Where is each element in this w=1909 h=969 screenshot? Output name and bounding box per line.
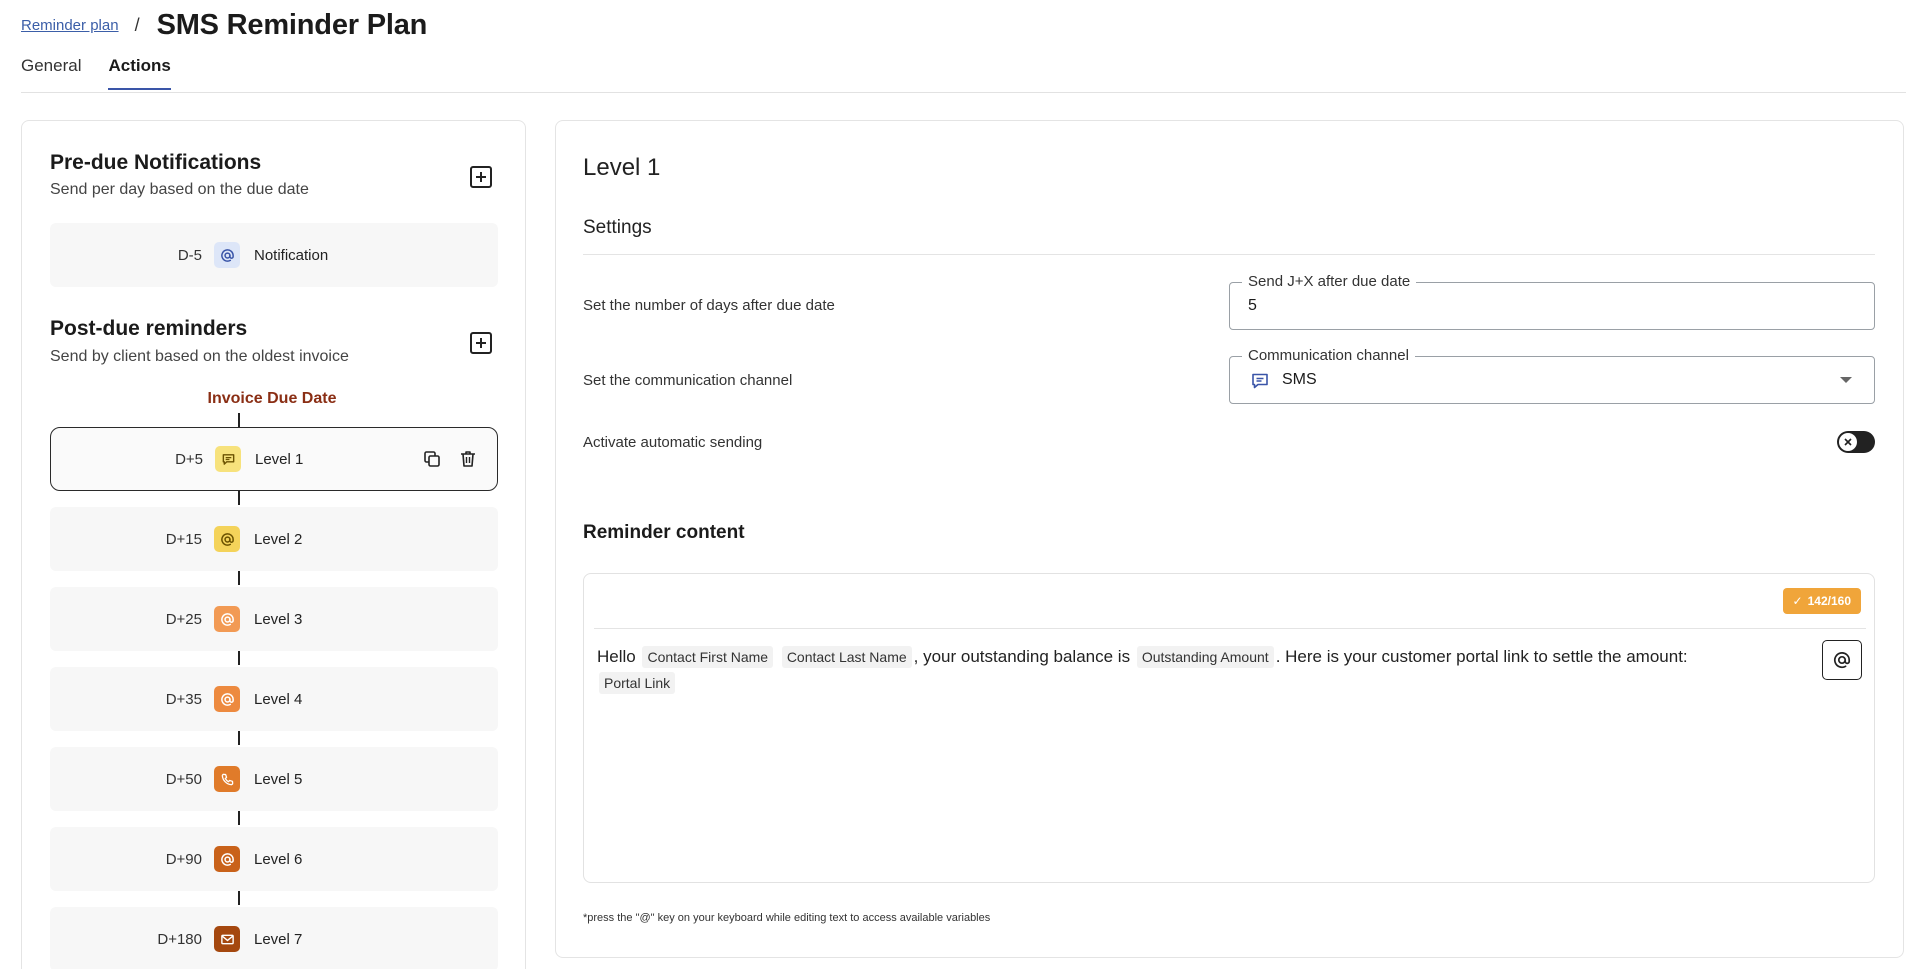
step-day: D+25 [165, 610, 202, 628]
variable-chip[interactable]: Contact Last Name [781, 646, 912, 668]
message-editor[interactable]: ✓ 142/160 Hello Contact First Name Conta… [583, 573, 1875, 883]
variables-hint: *press the "@" key on your keyboard whil… [583, 912, 991, 924]
phone-icon [214, 766, 240, 792]
timeline-connector [238, 491, 240, 505]
pre-due-item-notification[interactable]: D-5 Notification [50, 223, 498, 287]
step-label: Level 7 [254, 930, 303, 948]
message-text-segment: , your outstanding balance is [913, 647, 1131, 666]
message-text-segment: Hello [597, 647, 636, 666]
communication-channel-select[interactable]: Communication channel SMS [1229, 347, 1875, 404]
settings-divider [583, 254, 1875, 255]
step-label: Level 3 [254, 610, 303, 628]
post-due-item-level-7[interactable]: D+180 Level 7 [50, 907, 498, 969]
plus-icon [476, 172, 486, 182]
auto-sending-toggle[interactable] [1837, 431, 1875, 453]
days-after-due-field[interactable]: Send J+X after due date 5 [1229, 273, 1875, 330]
step-actions [421, 448, 479, 470]
message-text[interactable]: Hello Contact First Name Contact Last Na… [597, 644, 1797, 696]
at-icon [214, 606, 240, 632]
editor-divider [594, 628, 1866, 629]
step-day: D+50 [165, 770, 202, 788]
insert-variable-button[interactable] [1822, 640, 1862, 680]
variable-chip[interactable]: Outstanding Amount [1136, 646, 1274, 668]
timeline-connector [238, 571, 240, 585]
channel-row-label: Set the communication channel [583, 372, 793, 389]
step-day: D+5 [175, 450, 203, 468]
at-icon [214, 846, 240, 872]
pre-due-title: Pre-due Notifications [50, 151, 262, 174]
post-due-item-level-1[interactable]: D+5 Level 1 [50, 427, 498, 491]
step-label: Level 5 [254, 770, 303, 788]
channel-field-legend: Communication channel [1242, 347, 1415, 364]
tab-actions[interactable]: Actions [108, 56, 171, 90]
breadcrumb-link-reminder-plan[interactable]: Reminder plan [21, 17, 119, 34]
tabs-divider [21, 92, 1906, 93]
duplicate-icon[interactable] [421, 448, 443, 470]
close-icon [1839, 433, 1857, 451]
step-day: D+180 [157, 930, 202, 948]
days-field-legend: Send J+X after due date [1242, 273, 1417, 290]
variable-chip[interactable]: Contact First Name [642, 646, 774, 668]
breadcrumb-separator: / [134, 14, 140, 35]
timeline-connector [238, 811, 240, 825]
post-due-item-level-4[interactable]: D+35 Level 4 [50, 667, 498, 731]
days-row-label: Set the number of days after due date [583, 297, 835, 314]
step-day: D+35 [165, 690, 202, 708]
level-title: Level 1 [583, 154, 661, 181]
step-label: Level 2 [254, 530, 303, 548]
step-label: Level 6 [254, 850, 303, 868]
check-icon: ✓ [1792, 594, 1803, 608]
message-icon [215, 446, 241, 472]
tab-bar: General Actions [21, 56, 171, 90]
channel-field-value: SMS [1282, 371, 1317, 388]
at-icon [214, 686, 240, 712]
char-count: 142/160 [1807, 594, 1851, 608]
post-due-item-level-6[interactable]: D+90 Level 6 [50, 827, 498, 891]
invoice-due-date-label: Invoice Due Date [207, 390, 337, 407]
step-label: Notification [254, 246, 329, 264]
timeline-connector [238, 413, 240, 427]
at-icon [214, 526, 240, 552]
step-day: D+90 [165, 850, 202, 868]
add-post-due-button[interactable] [470, 332, 492, 354]
plus-icon [476, 338, 486, 348]
post-due-subtitle: Send by client based on the oldest invoi… [50, 348, 349, 365]
timeline-connector [238, 731, 240, 745]
settings-title: Settings [583, 217, 652, 238]
message-icon [1250, 371, 1270, 391]
tab-general[interactable]: General [21, 56, 81, 90]
step-day: D+15 [165, 530, 202, 548]
post-due-item-level-2[interactable]: D+15 Level 2 [50, 507, 498, 571]
level-detail-panel: Level 1 Settings Set the number of days … [555, 120, 1904, 958]
page-title: SMS Reminder Plan [156, 8, 428, 41]
step-label: Level 4 [254, 690, 303, 708]
timeline-connector [238, 891, 240, 905]
char-count-badge: ✓ 142/160 [1782, 588, 1861, 614]
chevron-down-icon[interactable] [1840, 377, 1852, 383]
days-field-value: 5 [1248, 297, 1257, 314]
step-label: Level 1 [255, 450, 304, 468]
reminder-content-title: Reminder content [583, 522, 745, 543]
reminder-steps-panel: Pre-due Notifications Send per day based… [21, 120, 526, 969]
breadcrumb: Reminder plan / SMS Reminder Plan [21, 8, 428, 41]
post-due-item-level-5[interactable]: D+50 Level 5 [50, 747, 498, 811]
variable-chip[interactable]: Portal Link [599, 672, 676, 694]
step-day: D-5 [177, 246, 202, 264]
post-due-title: Post-due reminders [50, 317, 248, 340]
at-icon [214, 242, 240, 268]
pre-due-subtitle: Send per day based on the due date [50, 181, 309, 198]
auto-sending-label: Activate automatic sending [583, 434, 763, 451]
add-pre-due-button[interactable] [470, 166, 492, 188]
post-due-item-level-3[interactable]: D+25 Level 3 [50, 587, 498, 651]
mail-icon [214, 926, 240, 952]
at-icon [1833, 652, 1851, 669]
trash-icon[interactable] [457, 448, 479, 470]
message-text-segment: . Here is your customer portal link to s… [1275, 647, 1688, 666]
timeline-connector [238, 651, 240, 665]
